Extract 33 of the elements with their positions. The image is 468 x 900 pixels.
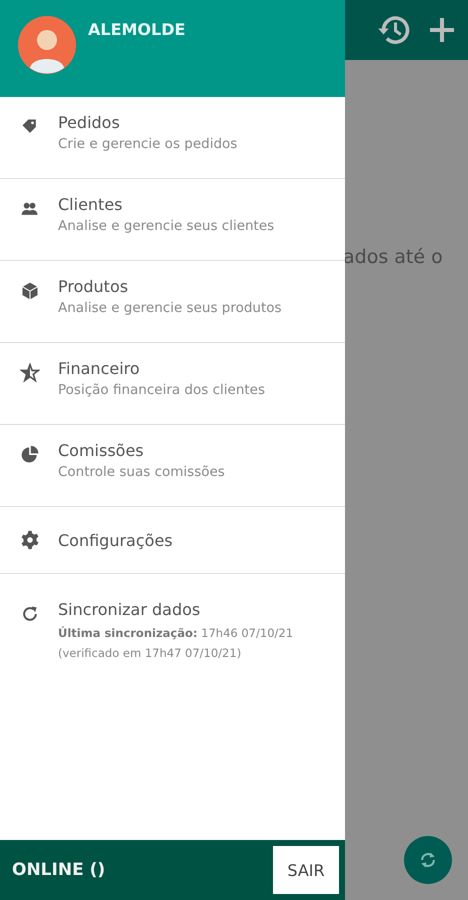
sync-info: Última sincronização: 17h46 07/10/21 [58,625,294,642]
item-title: Configurações [58,530,173,550]
menu-item[interactable]: Pedidos Crie e gerencie os pedidos [0,97,345,179]
item-title: Financeiro [58,359,141,378]
item-title: Comissões [58,441,145,460]
item-subtitle: Controle suas comissões [58,464,225,480]
item-subtitle: Analise e gerencie seus produtos [58,300,282,316]
item-title: Produtos [58,277,130,296]
item-subtitle: Analise e gerencie seus clientes [58,218,274,234]
avatar [18,16,76,74]
cube-icon [20,281,40,301]
menu-item[interactable]: Sincronizar dados Última sincronização: 17h46 07/10/21 (verificado em 17h47 07/10/21) [0,574,345,663]
user-name: ALEMOLDE [88,20,186,39]
connection-status: ONLINE () [12,860,106,880]
sync-icon [418,850,438,870]
pie-chart-icon [20,445,40,465]
item-title: Pedidos [58,113,121,132]
sync-fab[interactable] [404,836,452,884]
menu-item[interactable]: Configurações [0,507,345,574]
item-title: Sincronizar dados [58,600,202,619]
item-subtitle: Posição financeira dos clientes [58,382,266,398]
star-icon [20,363,40,383]
menu-item[interactable]: Clientes Analise e gerencie seus clientes [0,179,345,261]
menu-item[interactable]: Produtos Analise e gerencie seus produtos [0,261,345,343]
background-text: ados até o [343,246,443,268]
refresh-icon [20,604,40,624]
settings-icon [20,530,40,550]
sync-info: (verificado em 17h47 07/10/21) [58,645,242,662]
menu-item[interactable]: Comissões Controle suas comissões [0,425,345,507]
logout-button[interactable]: SAIR [273,846,339,894]
item-title: Clientes [58,195,124,214]
item-subtitle: Crie e gerencie os pedidos [58,136,238,152]
menu-item[interactable]: Financeiro Posição financeira dos clientes [0,343,345,425]
